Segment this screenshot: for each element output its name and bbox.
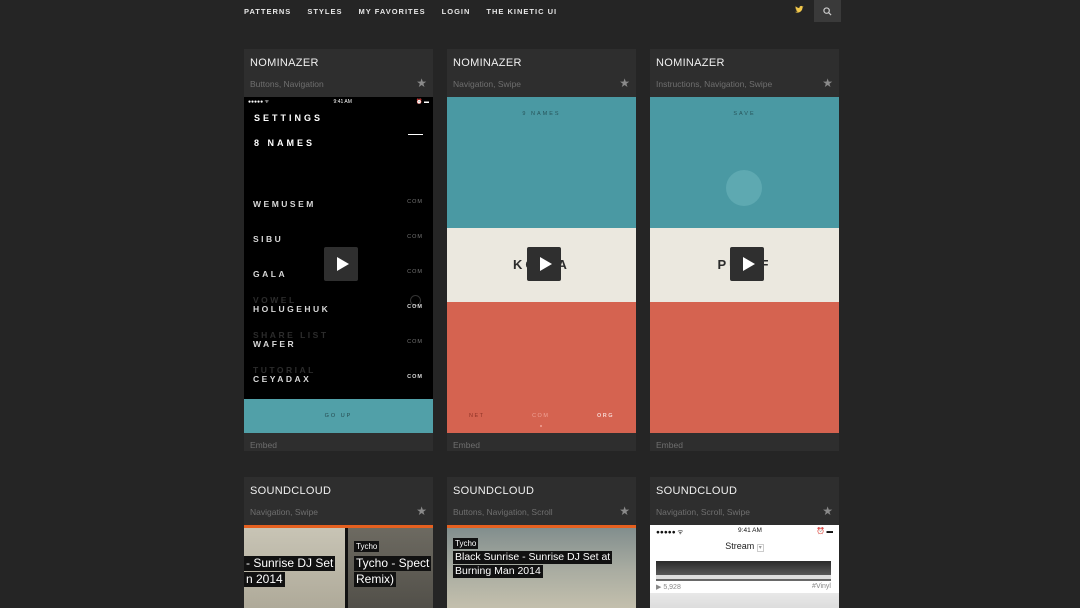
favorite-star-icon[interactable]: ★ [619, 76, 630, 90]
waveform-strip [656, 575, 831, 579]
name-row: SIBU COM [253, 234, 423, 244]
battery-icon: ⏰ ▬ [816, 528, 833, 535]
pattern-card[interactable]: NOMINAZER Buttons, Navigation ★ ●●●●● ᯤ … [244, 49, 433, 451]
signal-icon: ●●●●● ᯤ [248, 99, 270, 105]
card-tags[interactable]: Buttons, Navigation, Scroll [453, 507, 553, 517]
page-dot [540, 425, 542, 427]
video-preview[interactable]: ●●●●● ᯤ 9:41 AM ⏰ ▬ Stream ▾ ▶ 5,928 #Vi… [650, 525, 839, 608]
track-title: Black Sunrise - Sunrise DJ Set at [453, 551, 613, 564]
progress-bar [447, 525, 636, 528]
favorite-star-icon[interactable]: ★ [416, 76, 427, 90]
tld-option: ORG [596, 413, 614, 419]
card-tags[interactable]: Buttons, Navigation [250, 79, 324, 89]
video-preview[interactable]: Tycho Black Sunrise - Sunrise DJ Set at … [447, 525, 636, 608]
top-nav: PATTERNS STYLES MY FAVORITES LOGIN THE K… [244, 0, 573, 22]
chevron-down-icon: ▾ [756, 544, 764, 552]
video-preview[interactable]: SAVE PU UF [650, 97, 839, 433]
nav-styles[interactable]: STYLES [307, 7, 342, 16]
twitter-icon[interactable] [795, 5, 805, 15]
nav-login[interactable]: LOGIN [442, 7, 471, 16]
card-tags[interactable]: Navigation, Scroll, Swipe [656, 507, 750, 517]
nav-the-kinetic-ui[interactable]: THE KINETIC UI [486, 7, 557, 16]
touch-indicator-icon [726, 170, 762, 206]
card-title[interactable]: SOUNDCLOUD [656, 485, 737, 497]
card-title[interactable]: SOUNDCLOUD [250, 485, 331, 497]
card-title[interactable]: NOMINAZER [656, 57, 725, 69]
battery-icon: ⏰ ▬ [416, 99, 429, 105]
card-header: NOMINAZER Buttons, Navigation ★ [244, 49, 433, 97]
card-header: SOUNDCLOUD Navigation, Scroll, Swipe ★ [650, 477, 839, 525]
video-preview[interactable]: ●●●●● ᯤ 9:41 AM ⏰ ▬ SETTINGS 8 NAMES VOW… [244, 97, 433, 433]
nav-my-favorites[interactable]: MY FAVORITES [359, 7, 426, 16]
video-preview[interactable]: - Sunrise DJ Set n 2014 Tycho Tycho - Sp… [244, 525, 433, 608]
search-button[interactable] [814, 0, 841, 22]
pattern-card[interactable]: NOMINAZER Navigation, Swipe ★ 9 NAMES KO… [447, 49, 636, 451]
tld-option: NET [469, 413, 485, 419]
names-count: 9 NAMES [522, 111, 561, 117]
track-title: Tycho - Spect [354, 556, 432, 571]
pattern-card[interactable]: NOMINAZER Instructions, Navigation, Swip… [650, 49, 839, 451]
favorite-star-icon[interactable]: ★ [822, 504, 833, 518]
tld-option: COM [532, 413, 550, 419]
play-icon[interactable] [324, 247, 358, 281]
phone-status-bar: ●●●●● ᯤ 9:41 AM ⏰ ▬ [650, 525, 839, 537]
card-header: NOMINAZER Instructions, Navigation, Swip… [650, 49, 839, 97]
name-row: HOLUGEHUK COM [253, 304, 423, 314]
artist-tag: Tycho [453, 538, 479, 549]
card-header: SOUNDCLOUD Buttons, Navigation, Scroll ★ [447, 477, 636, 525]
settings-heading: SETTINGS [254, 113, 324, 123]
card-title[interactable]: NOMINAZER [250, 57, 319, 69]
card-title[interactable]: SOUNDCLOUD [453, 485, 534, 497]
card-header: SOUNDCLOUD Navigation, Swipe ★ [244, 477, 433, 525]
name-row: WEMUSEM COM [253, 199, 423, 209]
search-icon [823, 6, 832, 16]
video-preview[interactable]: 9 NAMES KO DA NET COM ORG [447, 97, 636, 433]
pattern-card[interactable]: SOUNDCLOUD Navigation, Scroll, Swipe ★ ●… [650, 477, 839, 608]
track-title: - Sunrise DJ Set [244, 556, 336, 571]
play-icon[interactable] [527, 247, 561, 281]
track-title: Remix) [354, 572, 396, 587]
signal-icon: ●●●●● ᯤ [656, 529, 684, 536]
card-tags[interactable]: Navigation, Swipe [453, 79, 521, 89]
names-count: 8 NAMES [254, 138, 316, 148]
pattern-card[interactable]: SOUNDCLOUD Navigation, Swipe ★ - Sunrise… [244, 477, 433, 608]
track-title: n 2014 [244, 572, 285, 587]
next-track-artwork [650, 593, 839, 608]
favorite-star-icon[interactable]: ★ [822, 76, 833, 90]
play-count: ▶ 5,928 [656, 584, 681, 591]
save-label: SAVE [733, 111, 756, 117]
go-up-button: GO UP [244, 399, 433, 433]
card-header: NOMINAZER Navigation, Swipe ★ [447, 49, 636, 97]
favorite-star-icon[interactable]: ★ [619, 504, 630, 518]
card-tags[interactable]: Instructions, Navigation, Swipe [656, 79, 772, 89]
card-title[interactable]: NOMINAZER [453, 57, 522, 69]
progress-bar [244, 525, 433, 528]
menu-line-icon [408, 134, 423, 135]
coral-band [650, 302, 839, 433]
play-icon[interactable] [730, 247, 764, 281]
name-row: CEYADAX COM [253, 374, 423, 384]
nav-patterns[interactable]: PATTERNS [244, 7, 291, 16]
embed-link[interactable]: Embed [650, 433, 839, 451]
artist-tag: Tycho [354, 541, 380, 552]
card-tags[interactable]: Navigation, Swipe [250, 507, 318, 517]
status-time: 9:41 AM [333, 99, 352, 105]
name-row: WAFER COM [253, 339, 423, 349]
hashtag: #Vinyl [812, 583, 831, 590]
track-title: Burning Man 2014 [453, 565, 543, 578]
tld-selector: NET COM ORG [469, 413, 614, 419]
embed-link[interactable]: Embed [447, 433, 636, 451]
embed-link[interactable]: Embed [244, 433, 433, 451]
status-time: 9:41 AM [738, 527, 762, 534]
stream-title: Stream ▾ [725, 541, 764, 552]
pattern-card[interactable]: SOUNDCLOUD Buttons, Navigation, Scroll ★… [447, 477, 636, 608]
favorite-star-icon[interactable]: ★ [416, 504, 427, 518]
phone-status-bar: ●●●●● ᯤ 9:41 AM ⏰ ▬ [244, 97, 433, 107]
